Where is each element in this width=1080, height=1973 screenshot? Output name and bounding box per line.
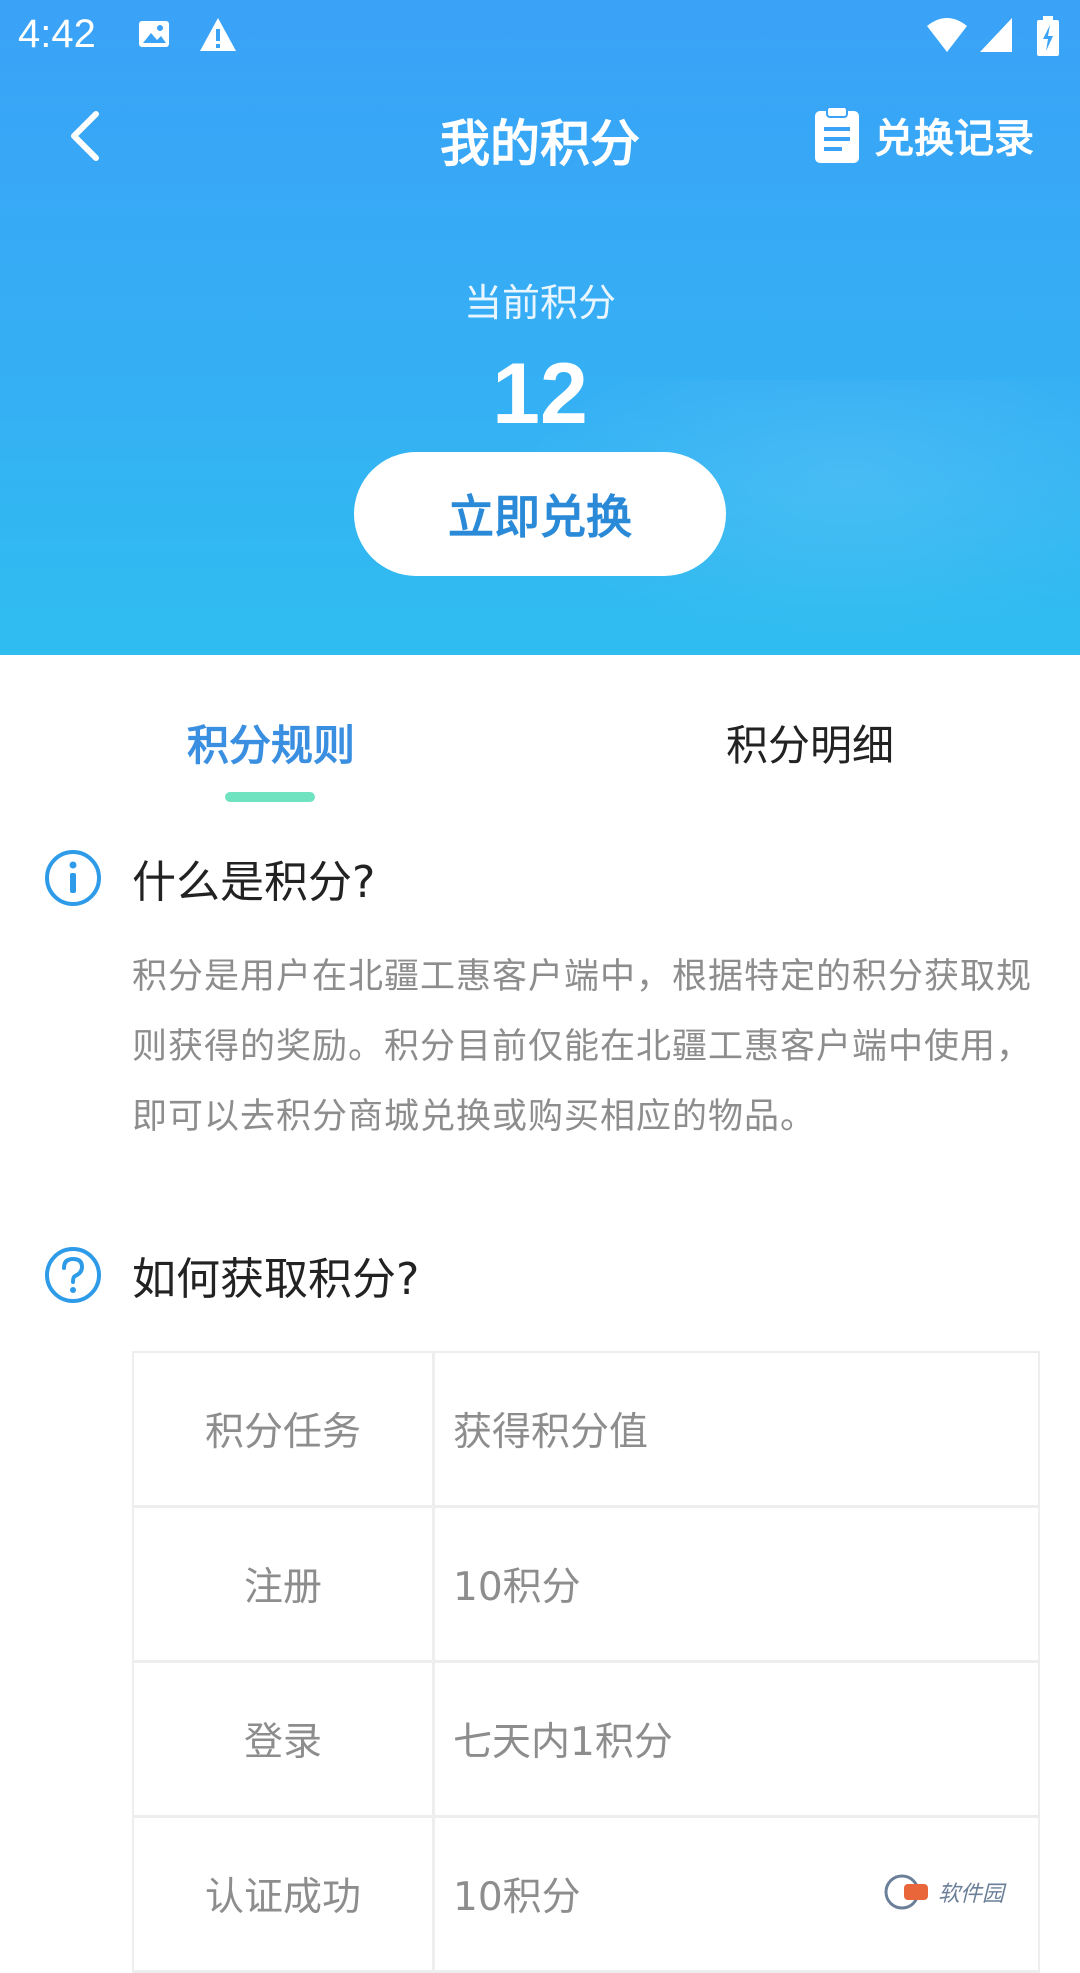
- info-icon: [45, 850, 101, 906]
- table-cell-task: 登录: [134, 1663, 435, 1815]
- clipboard-icon: [815, 106, 859, 163]
- tab-points-detail[interactable]: 积分明细: [726, 712, 894, 773]
- question-icon: [45, 1247, 101, 1303]
- image-icon: [136, 16, 172, 56]
- redeem-now-button[interactable]: 立即兑换: [354, 452, 726, 576]
- table-header-task: 积分任务: [134, 1353, 435, 1505]
- status-time: 4:42: [18, 12, 96, 56]
- table-header-row: 积分任务 获得积分值: [134, 1353, 1038, 1508]
- points-header: 4:42 我的积分 兑换记录 当前积分 12 立即兑换: [0, 0, 1080, 655]
- section-what-title: 什么是积分?: [132, 857, 376, 908]
- section-how-heading: 如何获取积分?: [44, 1243, 419, 1307]
- watermark-logo: 软件园: [882, 1870, 1062, 1914]
- warning-icon: [198, 16, 238, 58]
- watermark-icon: [884, 1874, 928, 1910]
- tab-points-rules[interactable]: 积分规则: [187, 712, 355, 773]
- table-cell-task: 注册: [134, 1508, 435, 1660]
- points-tabs: 积分规则 积分明细: [0, 700, 1080, 810]
- active-tab-indicator: [225, 792, 315, 802]
- status-bar: 4:42: [0, 0, 1080, 74]
- exchange-record-button[interactable]: 兑换记录: [812, 100, 1052, 170]
- top-navigation: 我的积分 兑换记录: [0, 90, 1080, 180]
- signal-icon: [978, 16, 1014, 58]
- table-cell-value: 10积分: [453, 1565, 581, 1610]
- exchange-record-label: 兑换记录: [874, 116, 1034, 162]
- section-how-title: 如何获取积分?: [132, 1254, 420, 1305]
- current-points-value: 12: [492, 346, 588, 442]
- table-cell-value: 七天内1积分: [453, 1720, 673, 1765]
- section-what-heading: 什么是积分?: [44, 846, 375, 910]
- table-row: 登录 七天内1积分: [134, 1663, 1038, 1818]
- current-points-label: 当前积分: [463, 281, 616, 325]
- table-row: 注册 10积分: [134, 1508, 1038, 1663]
- table-cell-task: 认证成功: [134, 1818, 435, 1970]
- battery-icon: [1035, 16, 1061, 62]
- section-what-body: 积分是用户在北疆工惠客户端中，根据特定的积分获取规则获得的奖励。积分目前仅能在北…: [132, 957, 1033, 1137]
- wifi-icon: [925, 16, 969, 58]
- table-header-value: 获得积分值: [453, 1410, 649, 1455]
- watermark-text: 软件园: [938, 1882, 1005, 1907]
